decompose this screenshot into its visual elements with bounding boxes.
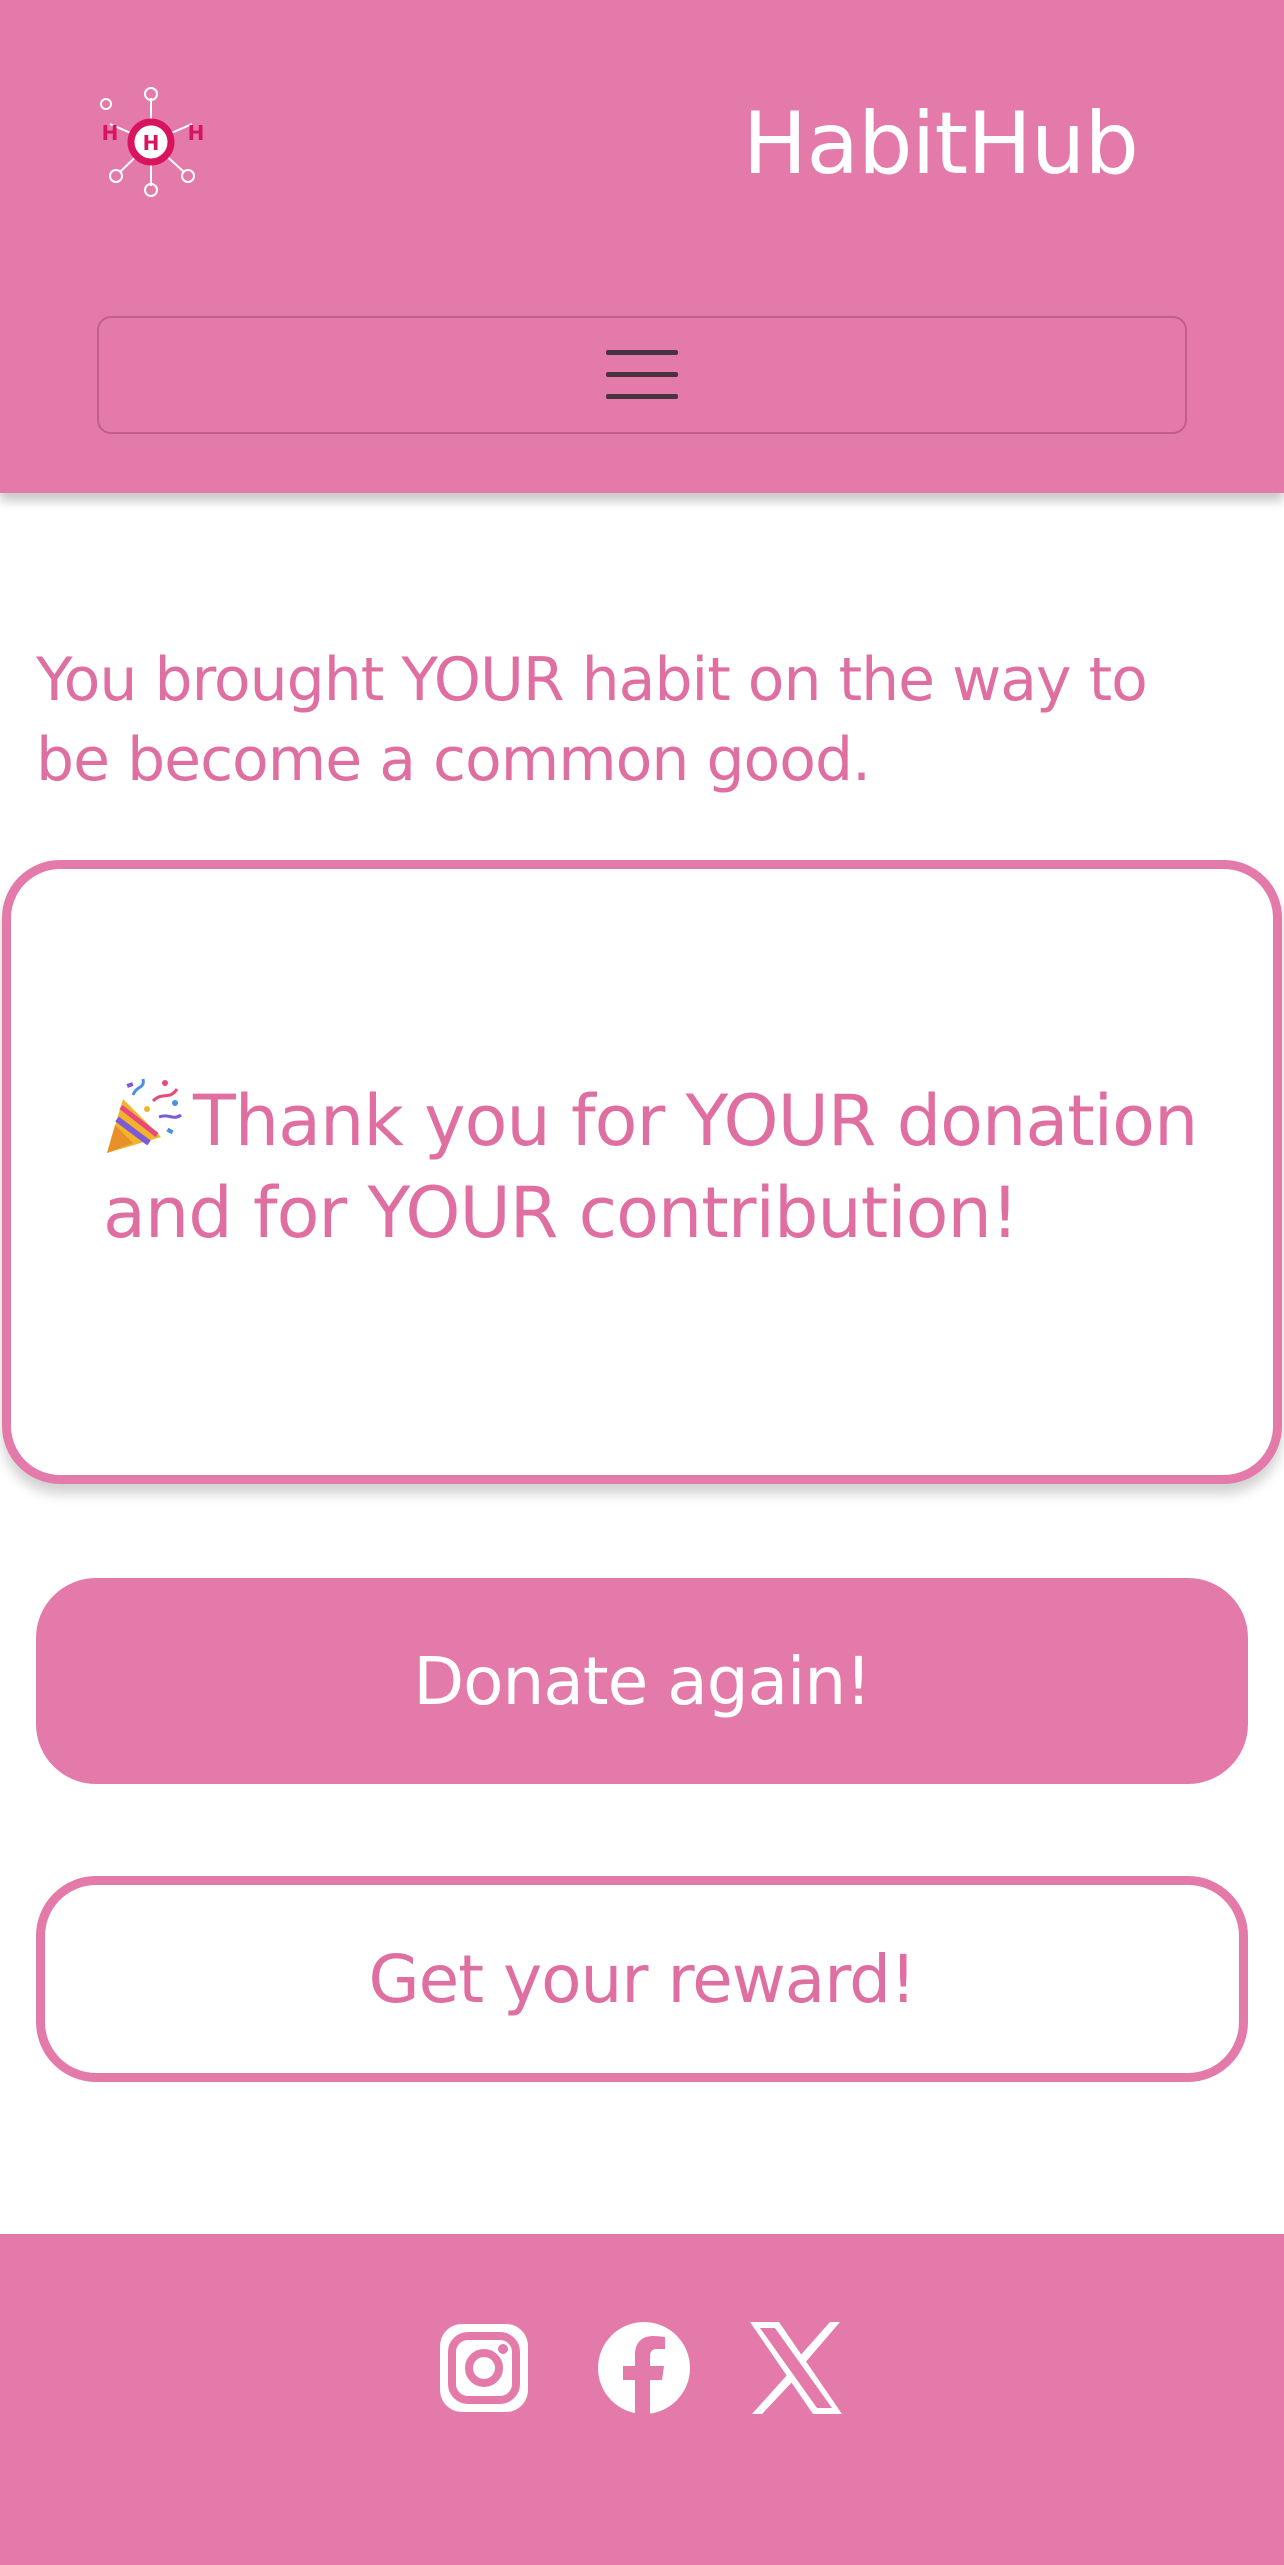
thank-you-message: Thank you for YOUR donation and for YOUR…: [103, 1075, 1233, 1259]
svg-text:H: H: [188, 121, 205, 145]
site-header: H H H HabitHub: [0, 0, 1284, 493]
party-popper-icon: [107, 1078, 182, 1153]
get-reward-button[interactable]: Get your reward!: [36, 1876, 1248, 2082]
thank-you-card: Thank you for YOUR donation and for YOUR…: [2, 860, 1282, 1484]
svg-text:H: H: [143, 131, 160, 155]
svg-text:H: H: [102, 121, 119, 145]
hamburger-icon: [606, 350, 678, 399]
habithub-logo[interactable]: H H H: [92, 86, 210, 200]
x-icon[interactable]: [746, 2318, 846, 2418]
instagram-icon[interactable]: [434, 2318, 534, 2418]
intro-text: You brought YOUR habit on the way to be …: [36, 645, 1148, 795]
donate-again-button[interactable]: Donate again!: [36, 1578, 1248, 1784]
brand-title[interactable]: HabitHub: [743, 88, 1139, 200]
thank-you-text: Thank you for YOUR donation and for YOUR…: [103, 1080, 1198, 1254]
menu-toggle-button[interactable]: [97, 316, 1187, 434]
facebook-icon[interactable]: [594, 2318, 694, 2418]
